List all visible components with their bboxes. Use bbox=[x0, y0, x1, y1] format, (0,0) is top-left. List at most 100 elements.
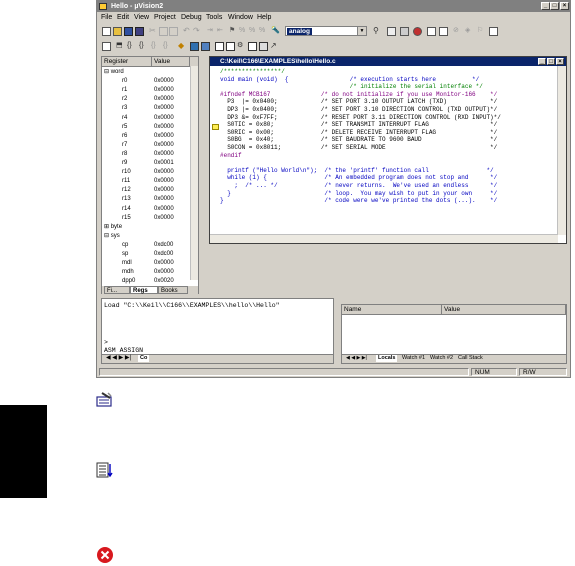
menu-window[interactable]: Window bbox=[228, 13, 253, 23]
window-icon[interactable] bbox=[427, 27, 436, 36]
watch-icon[interactable] bbox=[201, 42, 210, 51]
menu-file[interactable]: File bbox=[101, 13, 112, 23]
register-row[interactable]: r11 0x0000 bbox=[102, 177, 190, 185]
prev-bookmark-icon[interactable]: % bbox=[249, 27, 258, 36]
memory-icon[interactable] bbox=[215, 42, 224, 51]
register-row[interactable]: r10 0x0000 bbox=[102, 168, 190, 176]
register-row[interactable]: mdl 0x0000 bbox=[102, 259, 190, 267]
menu-edit[interactable]: Edit bbox=[117, 13, 129, 23]
register-row[interactable]: r4 0x0000 bbox=[102, 114, 190, 122]
value-column-header[interactable]: Value bbox=[152, 57, 190, 66]
register-row[interactable]: r12 0x0000 bbox=[102, 186, 190, 194]
register-row[interactable]: r7 0x0000 bbox=[102, 141, 190, 149]
register-row[interactable]: r2 0x0000 bbox=[102, 95, 190, 103]
save-icon[interactable] bbox=[124, 27, 133, 36]
register-row[interactable]: r13 0x0000 bbox=[102, 195, 190, 203]
bookmark-icon[interactable]: ⚑ bbox=[229, 27, 238, 36]
browse-icon[interactable] bbox=[387, 27, 396, 36]
open-folder-icon[interactable] bbox=[113, 27, 122, 36]
tab-watch-2[interactable]: Watch #2 bbox=[428, 355, 455, 362]
maximize-button[interactable]: □ bbox=[550, 2, 559, 10]
tab-watch-1[interactable]: Watch #1 bbox=[400, 355, 427, 362]
menu-debug[interactable]: Debug bbox=[181, 13, 202, 23]
tab-call-stack[interactable]: Call Stack bbox=[456, 355, 485, 362]
disassembly-icon[interactable] bbox=[190, 42, 199, 51]
tab-locals[interactable]: Locals bbox=[376, 355, 398, 362]
show-next-statement-icon[interactable]: ◆ bbox=[178, 42, 187, 51]
print-icon[interactable] bbox=[400, 27, 409, 36]
editor-horizontal-scrollbar[interactable] bbox=[210, 234, 558, 243]
options-icon[interactable] bbox=[489, 27, 498, 36]
menu-project[interactable]: Project bbox=[154, 13, 176, 23]
run-to-cursor-icon[interactable]: {} bbox=[163, 42, 172, 51]
register-row[interactable]: r3 0x0000 bbox=[102, 104, 190, 112]
register-row[interactable]: r8 0x0000 bbox=[102, 150, 190, 158]
register-row[interactable]: r9 0x0001 bbox=[102, 159, 190, 167]
watch-value-column[interactable]: Value bbox=[442, 305, 566, 314]
register-row[interactable]: dpp0 0x0020 bbox=[102, 277, 190, 285]
new-file-icon[interactable] bbox=[102, 27, 111, 36]
toolbox-icon[interactable]: ⚙ bbox=[237, 42, 246, 51]
editor-vertical-scrollbar[interactable] bbox=[557, 66, 566, 235]
register-row[interactable]: ⊟ sys bbox=[102, 232, 190, 240]
watch-tab-nav-arrows[interactable]: ◀ ◀ ▶ ▶| bbox=[344, 355, 369, 362]
target-combo[interactable]: analog ▼ bbox=[285, 26, 367, 36]
tab-regs[interactable]: Regs bbox=[130, 286, 158, 294]
command-prompt[interactable]: > bbox=[104, 339, 108, 346]
register-row[interactable]: sp 0xdc00 bbox=[102, 250, 190, 258]
binoculars-icon[interactable]: ⚲ bbox=[373, 27, 382, 36]
chevron-down-icon[interactable]: ▼ bbox=[357, 27, 366, 35]
menu-tools[interactable]: Tools bbox=[206, 13, 222, 23]
run-icon[interactable]: ⬒ bbox=[116, 42, 125, 51]
tab-books[interactable]: Books bbox=[158, 286, 188, 294]
serial-icon[interactable] bbox=[226, 42, 235, 51]
code-area[interactable]: /****************/void main (void) { /* … bbox=[220, 68, 501, 205]
step-over-icon[interactable]: {} bbox=[139, 42, 148, 51]
watch-name-column[interactable]: Name bbox=[342, 305, 442, 314]
indent-icon[interactable]: ⇥ bbox=[207, 27, 216, 36]
step-out-icon[interactable]: {} bbox=[151, 42, 160, 51]
editor-maximize-button[interactable]: □ bbox=[547, 58, 555, 65]
editor-minimize-button[interactable]: _ bbox=[538, 58, 546, 65]
close-button[interactable]: × bbox=[560, 2, 569, 10]
tab-command[interactable]: Co bbox=[138, 355, 150, 362]
settings-wrench-icon[interactable]: ↗ bbox=[270, 42, 279, 51]
find-in-files-icon[interactable]: 🔦 bbox=[271, 27, 280, 36]
register-row[interactable]: cp 0xdc00 bbox=[102, 241, 190, 249]
code-coverage-icon[interactable] bbox=[259, 42, 268, 51]
register-row[interactable]: r14 0x0000 bbox=[102, 205, 190, 213]
copy-icon[interactable] bbox=[159, 27, 168, 36]
undo-icon[interactable]: ↶ bbox=[183, 27, 192, 36]
clear-bookmarks-icon[interactable]: % bbox=[259, 27, 268, 36]
reset-cpu-icon[interactable] bbox=[102, 42, 111, 51]
register-row[interactable]: r6 0x0000 bbox=[102, 132, 190, 140]
step-into-icon[interactable]: {} bbox=[127, 42, 136, 51]
flag-icon[interactable]: ⚐ bbox=[477, 27, 486, 36]
menu-view[interactable]: View bbox=[134, 13, 149, 23]
next-bookmark-icon[interactable]: % bbox=[239, 27, 248, 36]
register-row[interactable]: ⊟ word bbox=[102, 68, 190, 76]
minimize-button[interactable]: _ bbox=[541, 2, 550, 10]
redo-icon[interactable]: ↷ bbox=[193, 27, 202, 36]
register-row[interactable]: r5 0x0000 bbox=[102, 123, 190, 131]
tab-nav-arrows[interactable]: ◀ ◀ ▶ ▶| bbox=[104, 355, 133, 362]
register-row[interactable]: ⊞ byte bbox=[102, 223, 190, 231]
register-column-header[interactable]: Register bbox=[102, 57, 152, 66]
menu-help[interactable]: Help bbox=[257, 13, 271, 23]
register-row[interactable]: r15 0x0000 bbox=[102, 214, 190, 222]
register-scrollbar[interactable] bbox=[190, 66, 198, 280]
editor-close-button[interactable]: × bbox=[556, 58, 564, 65]
cut-icon[interactable]: ✂ bbox=[149, 27, 158, 36]
debug-session-icon[interactable] bbox=[413, 27, 422, 36]
unindent-icon[interactable]: ⇤ bbox=[217, 27, 226, 36]
register-row[interactable]: mdh 0x0000 bbox=[102, 268, 190, 276]
register-row[interactable]: r0 0x0000 bbox=[102, 77, 190, 85]
save-all-icon[interactable] bbox=[135, 27, 144, 36]
view-icon[interactable] bbox=[439, 27, 448, 36]
tools-icon[interactable]: ◈ bbox=[465, 27, 474, 36]
register-row[interactable]: r1 0x0000 bbox=[102, 86, 190, 94]
paste-icon[interactable] bbox=[169, 27, 178, 36]
tab-files[interactable]: Fi... bbox=[104, 286, 130, 294]
config-icon[interactable]: ⊘ bbox=[453, 27, 462, 36]
performance-icon[interactable] bbox=[248, 42, 257, 51]
